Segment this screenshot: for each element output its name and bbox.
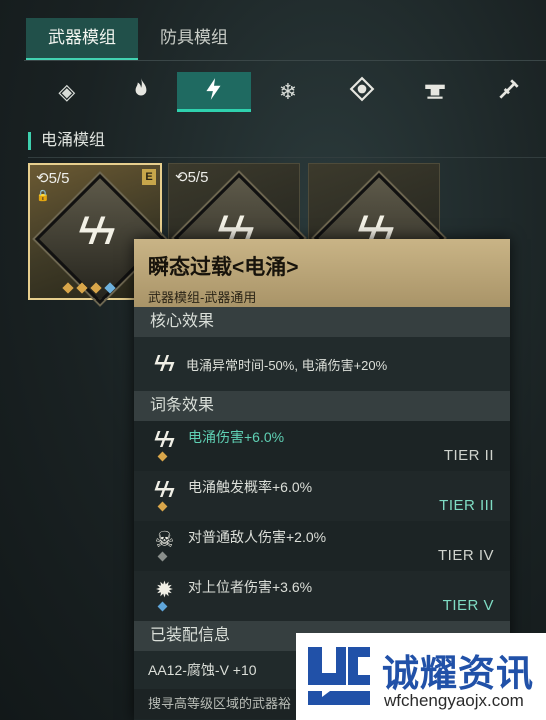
tabs-divider [24,60,546,61]
attribute-list: ϟϟ 电涌伤害+6.0% TIER II ϟϟ 电涌触发概率+6.0% TIER… [134,421,510,621]
surge-chance-icon: ϟϟ [154,477,174,502]
attribute-tier: TIER V [442,597,494,614]
gem-icon [90,282,102,294]
tab-weapon-modules[interactable]: 武器模组 [26,18,138,60]
tab-armor-modules[interactable]: 防具模组 [138,18,250,58]
attribute-row: ✹ 对上位者伤害+3.6% TIER V [134,571,510,621]
section-title: 电涌模组 [28,132,105,150]
watermark-name: 诚耀资讯 [382,653,534,694]
tooltip-header: 瞬态过载<电涌> 武器模组-武器通用 [134,239,510,307]
rarity-badge: E [142,169,156,185]
attribute-effect-heading: 词条效果 [134,391,510,421]
element-filter-bar: ◈ ❄ [30,72,546,112]
watermark-url: wfchengyaojx.com [384,691,524,710]
filter-blade[interactable] [472,72,546,112]
filter-electric[interactable] [177,72,252,112]
module-category: 武器模组-武器通用 [148,290,257,305]
blade-icon [496,76,522,108]
stack-count: ⟲5/5 [175,169,209,186]
filter-cold[interactable]: ❄ [251,72,325,112]
filter-diamond[interactable]: ◈ [30,72,104,112]
lock-icon: 🔒 [36,190,50,202]
attribute-text: 对上位者伤害+3.6% [188,579,313,595]
attribute-text: 电涌伤害+6.0% [188,429,285,445]
site-watermark: 诚耀资讯 wfchengyaojx.com [296,633,546,720]
flame-icon [128,76,154,108]
lightning-icon [201,76,227,108]
attribute-text: 电涌触发概率+6.0% [188,479,313,495]
core-effect-heading: 核心效果 [134,307,510,337]
attribute-row: ϟϟ 电涌伤害+6.0% TIER II [134,421,510,471]
attribute-text: 对普通敌人伤害+2.0% [188,529,327,545]
diamond-icon: ◈ [58,79,76,104]
rank-gems [62,282,116,294]
stack-count: ⟲5/5 [36,170,70,187]
attribute-tier: TIER IV [437,547,494,564]
section-divider [28,157,546,158]
turret-icon [422,76,448,108]
surge-damage-icon: ϟϟ [154,427,174,452]
gem-icon [62,282,74,294]
rank-dot-icon [157,551,168,562]
attribute-tier: TIER II [443,447,494,464]
filter-turret[interactable] [399,72,473,112]
attribute-row: ϟϟ 电涌触发概率+6.0% TIER III [134,471,510,521]
snowflake-icon: ❄ [278,79,298,104]
gem-icon [104,282,116,294]
surge-effect-icon: ϟϟ [154,351,174,376]
normal-enemy-icon: ☠ [154,527,175,552]
rank-dot-icon [157,451,168,462]
module-name: 瞬态过载<电涌> [148,256,299,279]
attribute-row: ☠ 对普通敌人伤害+2.0% TIER IV [134,521,510,571]
elite-enemy-icon: ✹ [155,577,173,602]
rank-dot-icon [157,601,168,612]
gem-icon [76,282,88,294]
poison-icon [349,76,375,108]
filter-fire[interactable] [104,72,178,112]
filter-toxic[interactable] [325,72,399,112]
core-effect-row: ϟϟ 电涌异常时间-50%, 电涌伤害+20% [134,337,510,391]
site-logo-icon [308,647,370,705]
core-effect-text: 电涌异常时间-50%, 电涌伤害+20% [186,357,388,373]
attribute-tier: TIER III [439,497,494,514]
module-type-tabs: 武器模组 防具模组 [26,18,250,60]
rank-dot-icon [157,501,168,512]
